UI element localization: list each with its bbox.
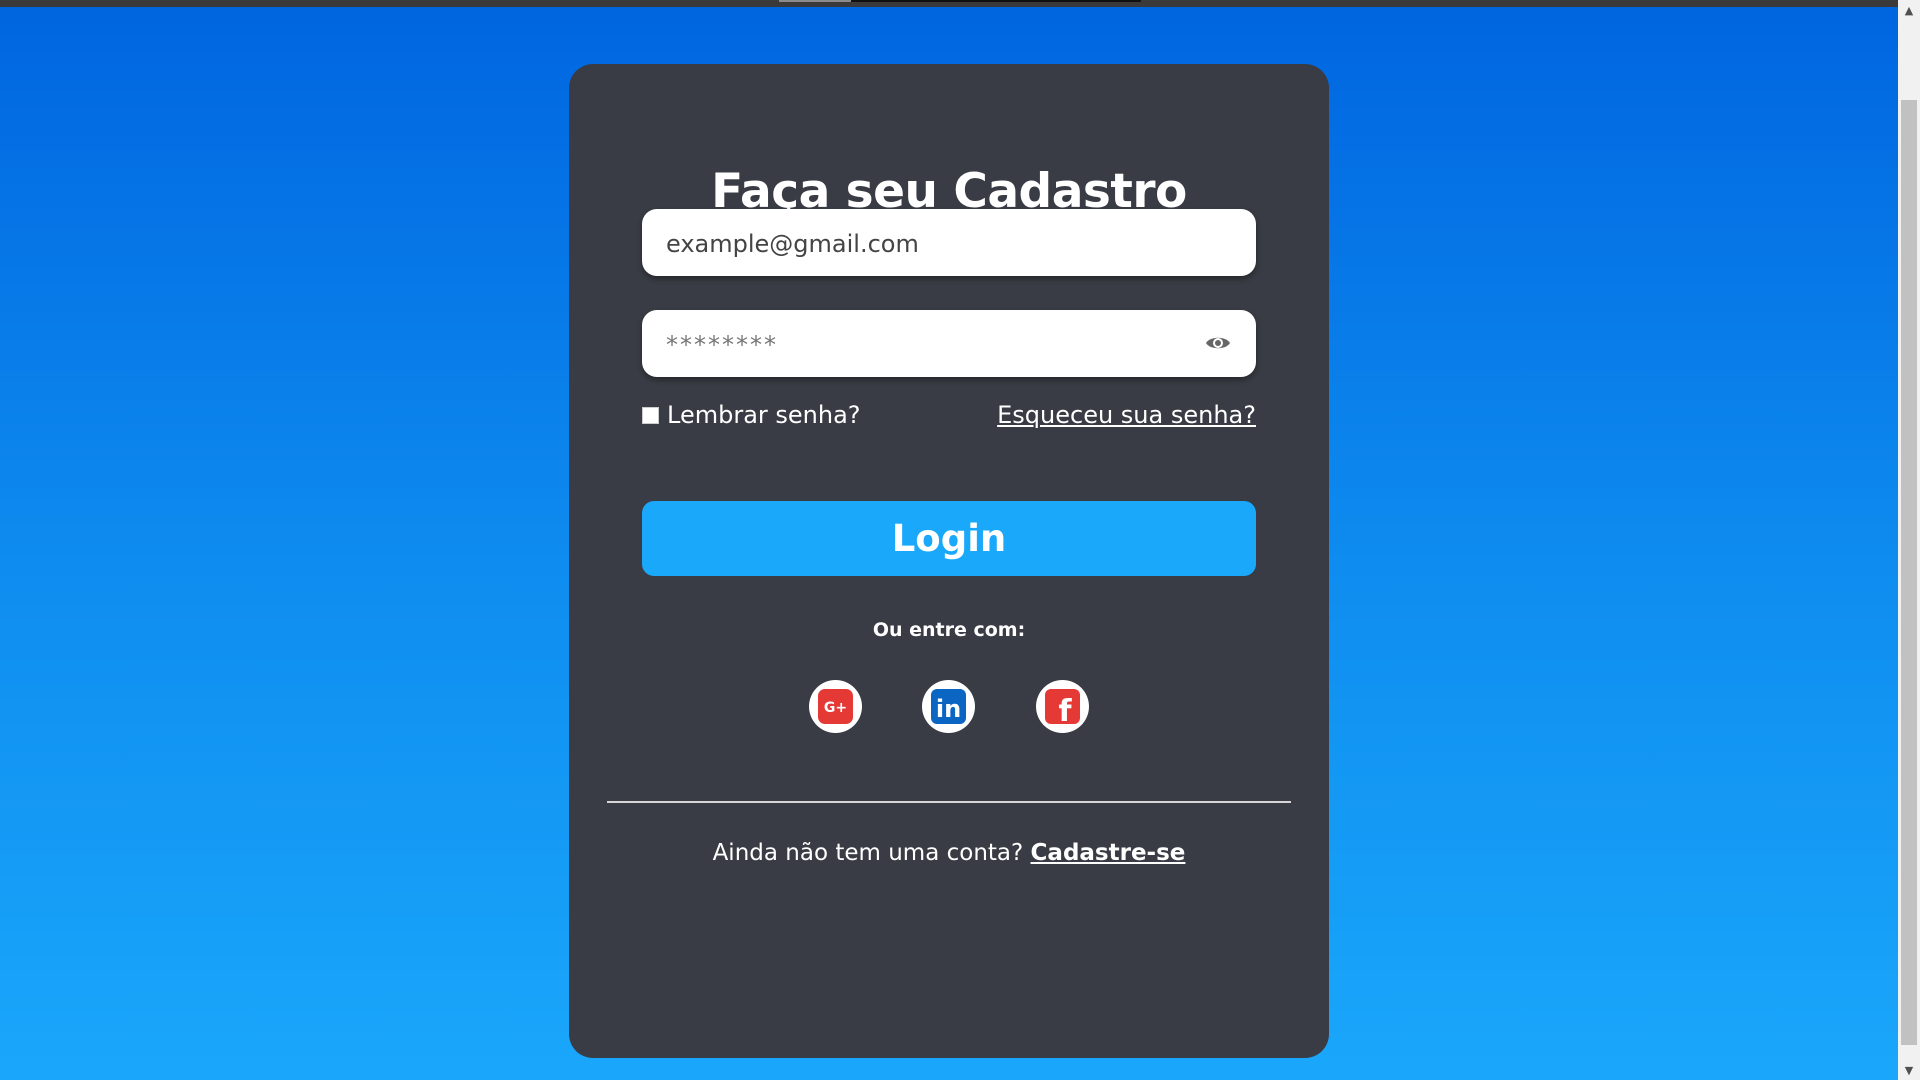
linkedin-icon: in <box>931 689 966 724</box>
google-plus-icon: G+ <box>818 689 853 724</box>
email-field-wrapper <box>642 209 1256 278</box>
divider <box>607 801 1291 803</box>
signup-link[interactable]: Cadastre-se <box>1031 840 1186 866</box>
remember-password[interactable]: Lembrar senha? <box>642 401 861 429</box>
facebook-icon: f <box>1045 689 1080 727</box>
google-login-button[interactable]: G+ <box>809 680 862 733</box>
tab-indicator-dark <box>851 0 1141 2</box>
browser-top-bar <box>0 0 1898 7</box>
login-card: Faça seu Cadastro Lembrar senha? Esquece… <box>569 64 1329 1058</box>
or-login-with-label: Ou entre com: <box>872 619 1026 641</box>
linkedin-login-button[interactable]: in <box>922 680 975 733</box>
facebook-login-button[interactable]: f <box>1036 680 1089 733</box>
scroll-down-arrow-icon[interactable]: ▼ <box>1898 1060 1920 1080</box>
remember-checkbox[interactable] <box>642 406 659 424</box>
login-button[interactable]: Login <box>642 501 1256 576</box>
eye-icon[interactable] <box>1205 332 1231 354</box>
signup-prompt: Ainda não tem uma conta? <box>712 840 1024 866</box>
tab-indicator <box>779 0 851 2</box>
scroll-up-arrow-icon[interactable]: ▲ <box>1898 0 1920 20</box>
password-field[interactable] <box>664 310 1208 379</box>
email-field[interactable] <box>664 209 1208 278</box>
page-title: Faça seu Cadastro <box>711 164 1187 219</box>
forgot-password-link[interactable]: Esqueceu sua senha? <box>997 401 1256 429</box>
svg-text:G+: G+ <box>824 700 847 716</box>
page-scrollbar[interactable]: ▲ ▼ <box>1898 0 1920 1080</box>
password-field-wrapper <box>642 310 1256 379</box>
svg-text:f: f <box>1058 694 1072 727</box>
remember-label: Lembrar senha? <box>667 401 861 429</box>
signup-prompt-row: Ainda não tem uma conta? Cadastre-se <box>569 840 1329 866</box>
scrollbar-thumb[interactable] <box>1901 100 1917 1045</box>
svg-text:in: in <box>936 695 961 723</box>
